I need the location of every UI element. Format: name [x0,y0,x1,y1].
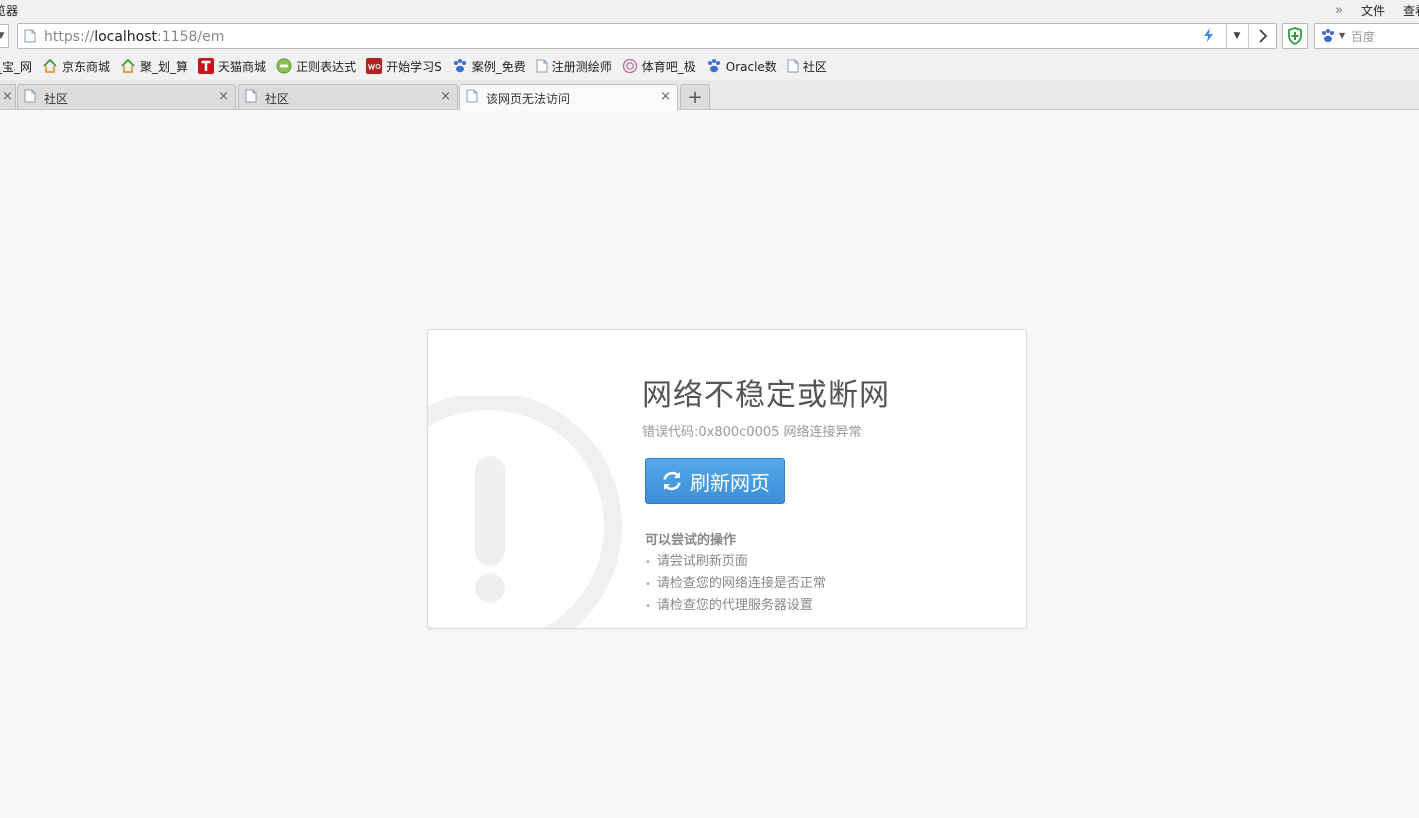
page-icon [24,89,36,106]
suggestions-list: 请尝试刷新页面 请检查您的网络连接是否正常 请检查您的代理服务器设置 [645,551,826,617]
house-2345-icon [120,58,136,74]
error-code: 错误代码:0x800c0005 网络连接异常 [642,425,862,440]
bookmark-item[interactable]: 正则表达式 [276,58,356,75]
page-icon [536,59,548,73]
bookmark-item[interactable]: _宝_网 [0,58,32,75]
bookmarks-bar: _宝_网 京东商城 聚_划_算 天猫商城 正则表达式 开始学习S 案例_免费 [0,52,1419,80]
green-circle-icon [276,58,292,74]
w3c-icon [366,58,383,74]
go-button[interactable] [1248,24,1277,48]
bookmark-item[interactable]: 京东商城 [42,58,110,75]
list-item: 请检查您的代理服务器设置 [645,595,826,617]
bookmark-item[interactable]: 聚_划_算 [120,58,188,75]
list-item: 请检查您的网络连接是否正常 [645,573,826,595]
url-text[interactable]: https://localhost:1158/em [44,29,224,45]
plus-icon: + [687,86,703,108]
tab-label: 社区 [265,92,290,106]
exclamation-circle-icon [428,396,622,628]
menu-file[interactable]: 文件 [1361,2,1385,19]
bookmark-item[interactable]: 天猫商城 [198,58,266,75]
close-icon[interactable]: × [660,89,671,104]
page-icon [466,89,478,106]
refresh-page-button[interactable]: 刷新网页 [645,458,785,504]
new-tab-button[interactable]: + [680,84,710,109]
bookmark-item[interactable]: 注册测绘师 [536,58,612,75]
paw-icon [706,58,722,74]
suggestions-title: 可以尝试的操作 [645,533,737,548]
bookmark-item[interactable]: 开始学习S [366,58,442,75]
close-icon[interactable]: × [218,89,229,104]
tab-bar: × 社区 × 社区 × 该网页无法访问 × + [0,80,1419,110]
title-bar: 览器 » 文件 查看 [0,0,1419,20]
bookmark-item[interactable]: 社区 [787,58,827,75]
bookmark-item[interactable]: Oracle数 [706,58,777,75]
tab-error-page[interactable]: 该网页无法访问 × [459,84,678,110]
page-icon [24,29,36,46]
page-icon [787,59,799,73]
bookmark-item[interactable]: 案例_免费 [452,58,526,75]
more-chevron-icon[interactable]: » [1335,3,1343,18]
tab-label: 该网页无法访问 [486,92,571,106]
tab-community-2[interactable]: 社区 × [238,84,458,109]
house-2345-icon [42,58,58,74]
tab-community-1[interactable]: 社区 × [17,84,236,109]
tab-partial[interactable]: × [0,84,16,109]
tmall-icon [198,58,215,74]
close-icon[interactable]: × [2,89,13,104]
close-icon[interactable]: × [440,89,451,104]
page-icon [245,89,257,106]
lightning-icon[interactable] [1202,27,1216,46]
baidu-paw-icon[interactable] [1320,28,1336,47]
app-name: 览器 [0,4,19,18]
refresh-label: 刷新网页 [690,470,770,495]
search-box[interactable]: ▼ 百度 [1314,23,1419,49]
shield-icon [1288,27,1302,45]
address-row: ▼ https://localhost:1158/em ▼ ▼ 百度 [0,20,1419,52]
tab-label: 社区 [44,92,69,106]
paw-icon [452,58,468,74]
error-card: 网络不稳定或断网 错误代码:0x800c0005 网络连接异常 刷新网页 可以尝… [427,329,1027,629]
refresh-icon [660,469,684,493]
address-bar[interactable]: https://localhost:1158/em ▼ [17,23,1277,49]
error-title: 网络不稳定或断网 [642,378,890,413]
history-dropdown-button[interactable]: ▼ [0,24,9,48]
url-dropdown-button[interactable]: ▼ [1226,24,1247,48]
search-engine-dropdown-icon[interactable]: ▼ [1339,31,1345,40]
security-shield-button[interactable] [1282,23,1308,49]
menu-view[interactable]: 查看 [1403,2,1419,19]
swirl-icon [622,58,638,74]
bookmark-item[interactable]: 体育吧_极 [622,58,696,75]
search-input[interactable]: 百度 [1351,28,1375,45]
menu-bar: » 文件 查看 [1317,2,1419,19]
list-item: 请尝试刷新页面 [645,551,826,573]
